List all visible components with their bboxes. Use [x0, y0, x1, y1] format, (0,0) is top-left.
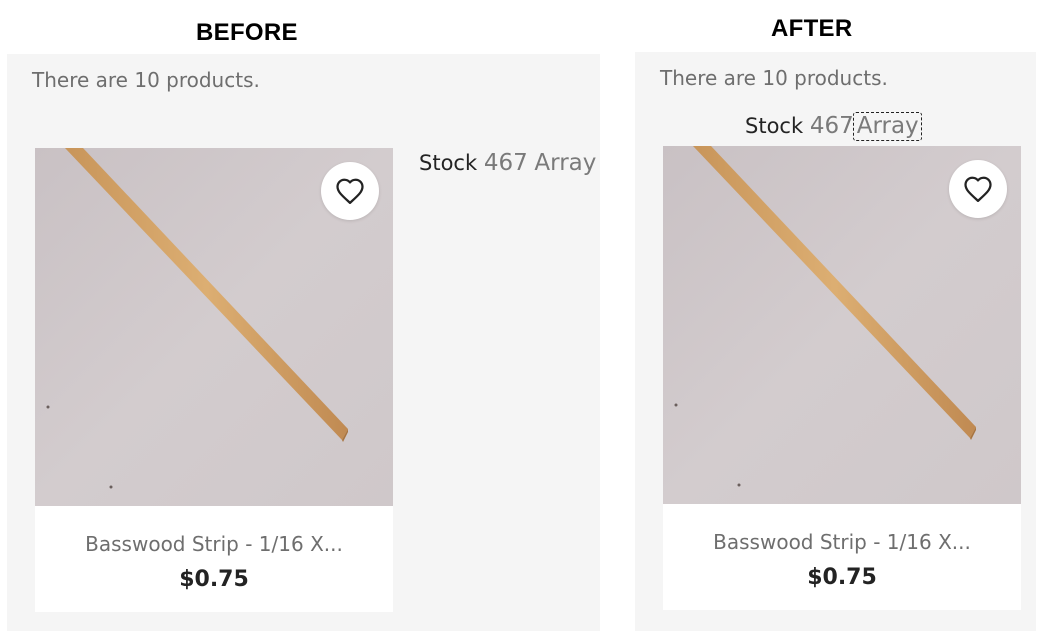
stock-label: Stock	[745, 114, 804, 138]
stock-info: Stock 467 Array	[745, 112, 922, 141]
wishlist-button[interactable]	[949, 160, 1007, 218]
after-panel: There are 10 products. Stock 467 Array B…	[635, 52, 1036, 631]
product-card[interactable]: Basswood Strip - 1/16 X... $0.75	[663, 146, 1021, 610]
wishlist-button[interactable]	[321, 162, 379, 220]
stock-value-focused[interactable]: Array	[852, 112, 922, 141]
heart-outline-icon	[336, 178, 364, 204]
stock-quantity: 467	[483, 150, 528, 176]
product-image[interactable]	[35, 148, 393, 506]
product-price: $0.75	[807, 565, 877, 590]
before-panel: There are 10 products. Basswood Strip - …	[7, 54, 600, 631]
after-heading: AFTER	[771, 15, 853, 42]
stock-quantity: 467	[809, 113, 854, 139]
product-price: $0.75	[179, 567, 249, 592]
product-count: There are 10 products.	[660, 66, 888, 90]
product-name-link[interactable]: Basswood Strip - 1/16 X...	[663, 530, 1021, 554]
comparison-page: BEFORE AFTER There are 10 products. Bass…	[0, 0, 1048, 631]
stock-info: Stock 467 Array	[419, 150, 596, 176]
product-image[interactable]	[663, 146, 1021, 504]
stock-label: Stock	[419, 151, 478, 175]
product-name-link[interactable]: Basswood Strip - 1/16 X...	[35, 532, 393, 556]
heart-outline-icon	[964, 176, 992, 202]
product-count: There are 10 products.	[32, 68, 260, 92]
product-card[interactable]: Basswood Strip - 1/16 X... $0.75	[35, 148, 393, 612]
stock-value: Array	[534, 150, 597, 176]
before-heading: BEFORE	[196, 19, 298, 46]
